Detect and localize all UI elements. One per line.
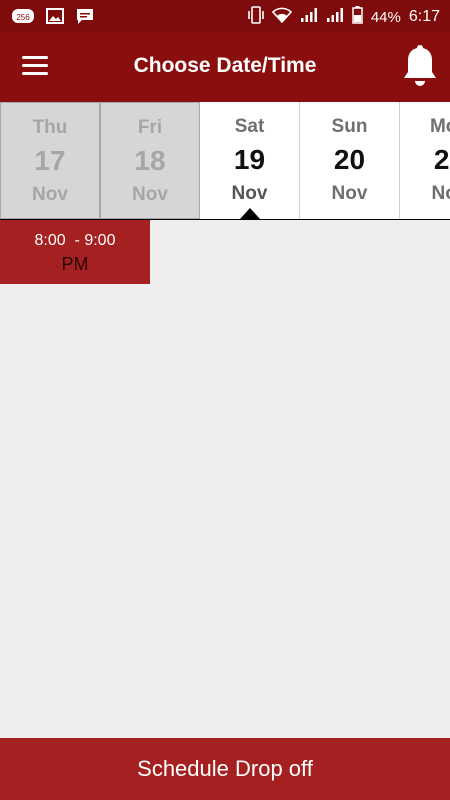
day-of-week: Sat <box>234 116 265 137</box>
signal-icon <box>300 7 318 27</box>
svg-text:256: 256 <box>16 13 30 22</box>
selected-date-indicator <box>240 208 260 219</box>
date-tile-sun[interactable]: Sun 20 Nov <box>300 102 400 219</box>
date-tile-mon[interactable]: Mon 21 Nov <box>400 102 450 219</box>
day-number: 20 <box>333 144 366 175</box>
month-label: Nov <box>231 183 268 204</box>
time-slot-button[interactable]: 8:00 - 9:00 PM <box>0 220 150 284</box>
day-number: 18 <box>134 145 166 176</box>
clock: 6:17 <box>408 8 440 25</box>
month-label: Nov <box>431 183 450 204</box>
time-slot-range: 8:00 - 9:00 <box>34 232 116 249</box>
battery-icon <box>352 6 363 28</box>
image-icon <box>46 8 64 29</box>
vibrate-icon <box>248 6 264 28</box>
date-strip: Thu 17 Nov Fri 18 Nov Sat 19 Nov Sun 20 … <box>0 102 450 220</box>
day-number: 17 <box>34 145 66 176</box>
day-of-week: Thu <box>32 117 68 138</box>
bell-icon[interactable] <box>402 42 438 90</box>
day-of-week: Sun <box>331 116 368 137</box>
app-bar: Choose Date/Time <box>0 32 450 102</box>
page-title: Choose Date/Time <box>133 54 317 77</box>
time-slot-area <box>0 221 450 718</box>
month-label: Nov <box>331 183 368 204</box>
month-label: Nov <box>32 184 68 205</box>
time-slot-period: PM <box>61 254 89 274</box>
schedule-drop-off-button[interactable]: Schedule Drop off <box>0 738 450 800</box>
day-of-week: Mon <box>429 116 450 137</box>
day-number: 21 <box>433 144 450 175</box>
cat-badge-icon: 256 <box>12 7 34 30</box>
signal-icon <box>326 7 344 27</box>
date-tile-sat[interactable]: Sat 19 Nov <box>200 102 300 219</box>
message-icon <box>76 8 94 30</box>
battery-percent: 44% <box>370 8 401 26</box>
date-tile-thu[interactable]: Thu 17 Nov <box>0 102 100 219</box>
month-label: Nov <box>132 184 168 205</box>
wifi-icon <box>271 7 292 27</box>
date-tile-fri[interactable]: Fri 18 Nov <box>100 102 200 219</box>
day-number: 19 <box>233 144 266 175</box>
day-of-week: Fri <box>137 117 163 138</box>
status-bar: 256 44% 6:17 <box>0 0 450 32</box>
